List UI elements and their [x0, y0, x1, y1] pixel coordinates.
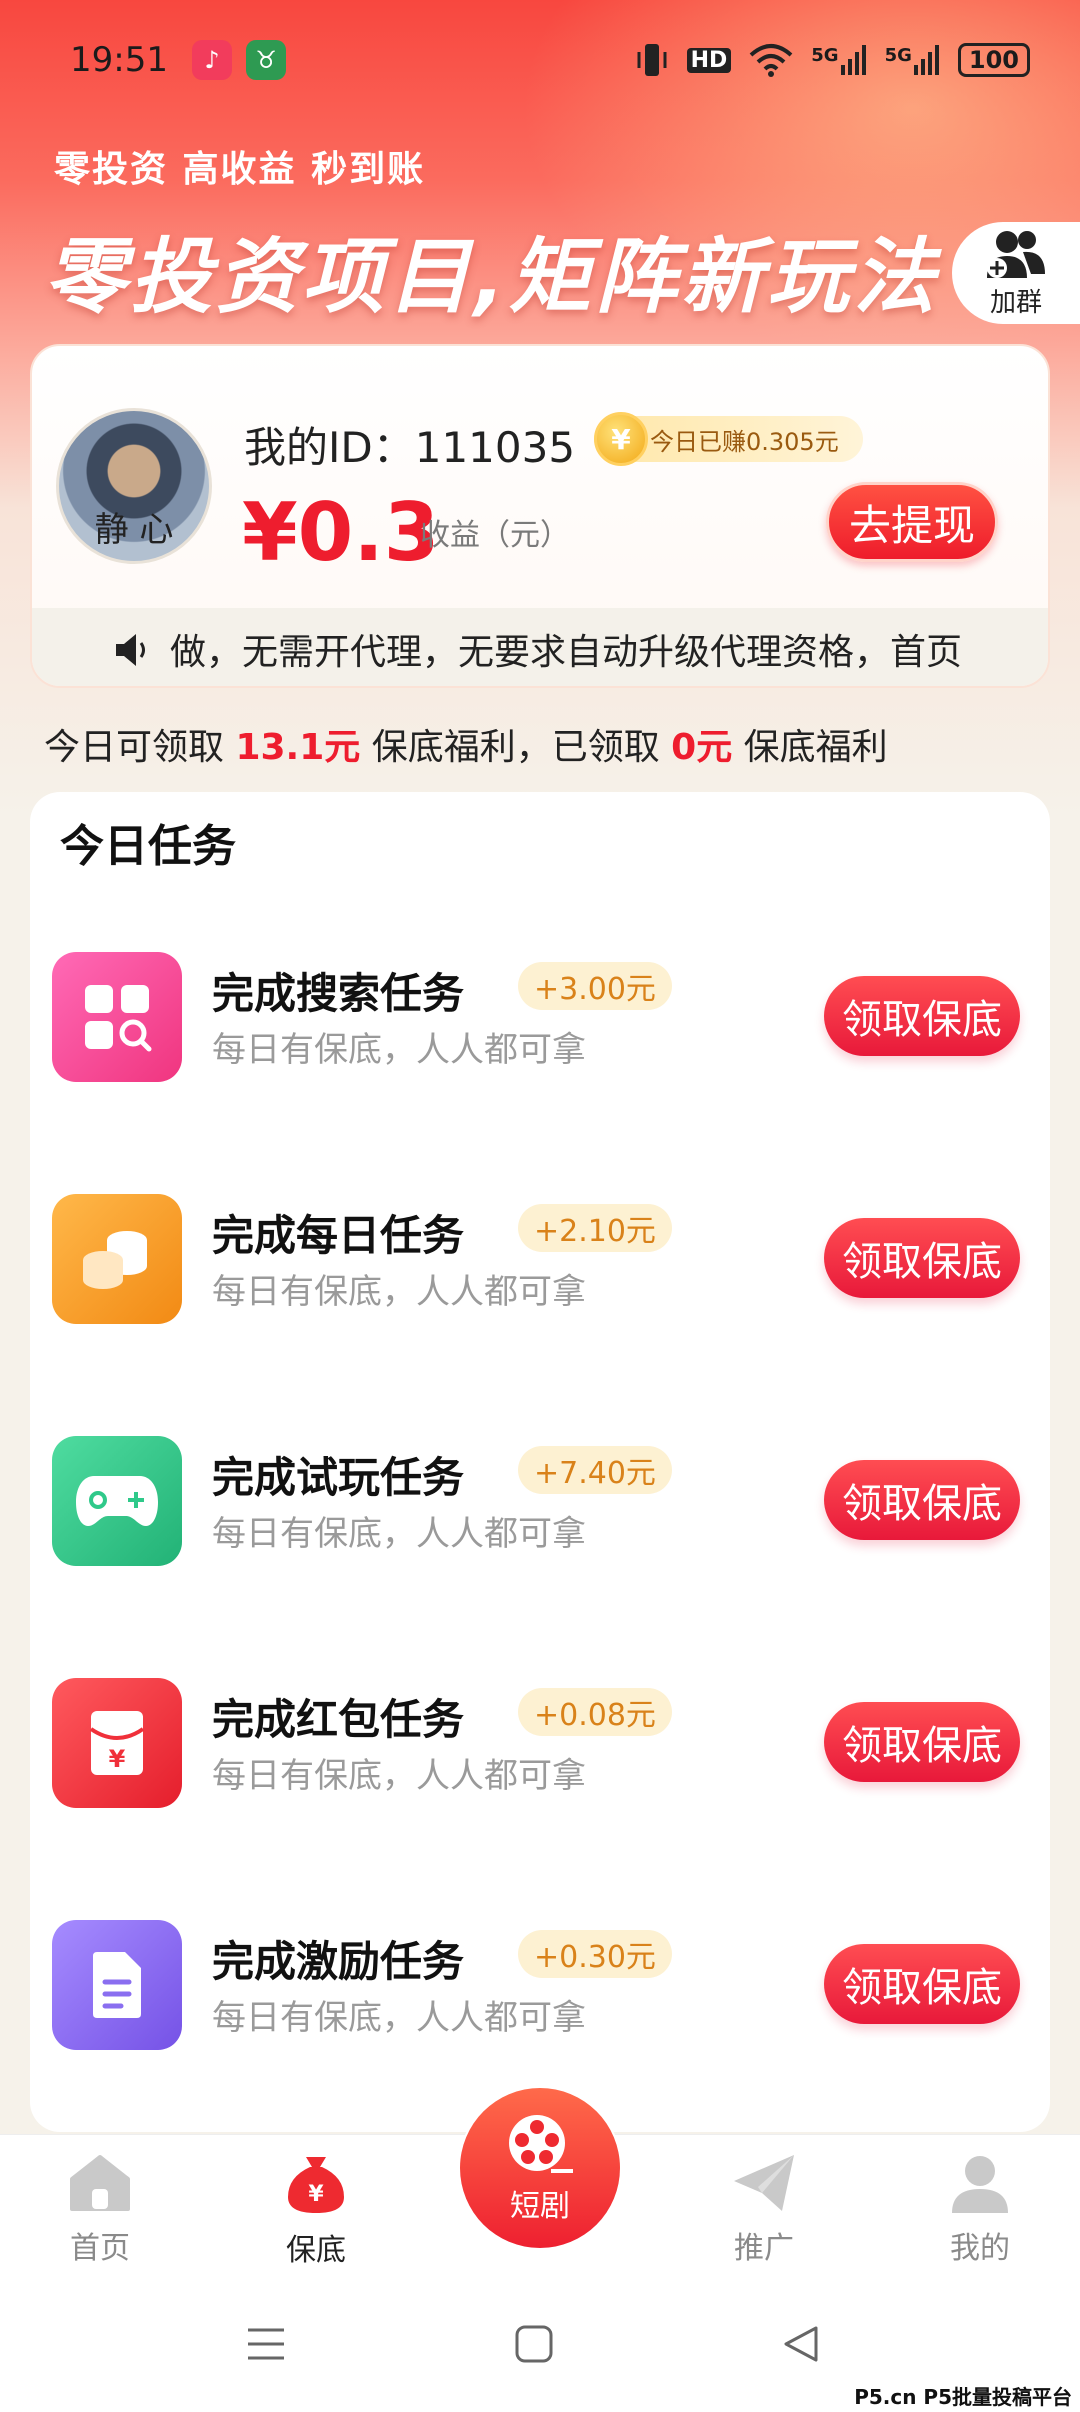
signal-5g-1: 5G: [811, 45, 866, 75]
task-row: ¥ 完成红包任务 +0.08元 每日有保底，人人都可拿 领取保底: [30, 1678, 1050, 1818]
task-row: 完成搜索任务 +3.00元 每日有保底，人人都可拿 领取保底: [30, 952, 1050, 1092]
task-row: 完成激励任务 +0.30元 每日有保底，人人都可拿 领取保底: [30, 1920, 1050, 2060]
welfare-prefix: 今日可领取: [44, 727, 236, 768]
announcement-text: 做，无需开代理，无要求自动升级代理资格，首页: [170, 632, 963, 673]
nav-home[interactable]: 首页: [30, 2153, 170, 2267]
claim-guarantee-button[interactable]: 领取保底: [824, 1218, 1020, 1298]
group-add-icon: [987, 230, 1045, 278]
coin-icon: ¥: [594, 412, 648, 466]
svg-text:¥: ¥: [308, 2182, 324, 2207]
task-name: 完成试玩任务: [212, 1453, 465, 1502]
announcement-marquee[interactable]: 做，无需开代理，无要求自动升级代理资格，首页: [32, 608, 1048, 686]
status-bar: 19:51 ♪ ♉ HD 5G 5G 100: [0, 0, 1080, 120]
claim-guarantee-button[interactable]: 领取保底: [824, 1702, 1020, 1782]
task-reward-badge: +0.08元: [518, 1688, 672, 1736]
task-description: 每日有保底，人人都可拿: [212, 1272, 586, 1312]
signal-5g-2: 5G: [885, 45, 940, 75]
slogan: 零投资 高收益 秒到账: [54, 149, 426, 190]
hd-indicator: HD: [686, 47, 732, 73]
signal-bars-icon: [840, 45, 866, 75]
coins-icon: [52, 1194, 182, 1324]
join-group-button[interactable]: 加群: [952, 222, 1080, 324]
welfare-middle: 保底福利，已领取: [360, 727, 672, 768]
task-reward-badge: +2.10元: [518, 1204, 672, 1252]
nav-mine[interactable]: 我的: [910, 2153, 1050, 2267]
avatar-char: 静 心: [94, 510, 174, 550]
nav-mine-label: 我的: [950, 2231, 1010, 2266]
status-indicators: HD 5G 5G 100: [635, 42, 1030, 78]
nav-home-label: 首页: [70, 2231, 130, 2266]
task-description: 每日有保底，人人都可拿: [212, 1514, 586, 1554]
nav-guarantee-label: 保底: [286, 2233, 346, 2268]
welfare-claimed-amount: 0元: [671, 727, 733, 768]
paper-plane-icon: [734, 2155, 794, 2211]
menu-icon[interactable]: [246, 2324, 286, 2364]
withdraw-button[interactable]: 去提现: [826, 482, 998, 562]
nav-promote[interactable]: 推广: [694, 2153, 834, 2267]
task-name: 完成红包任务: [212, 1695, 465, 1744]
home-icon: [70, 2155, 130, 2211]
battery-indicator: 100: [957, 43, 1030, 77]
home-square-icon[interactable]: [514, 2324, 554, 2364]
balance-label: 收益（元）: [420, 518, 570, 553]
nav-guarantee[interactable]: ¥ 保底: [246, 2153, 386, 2269]
gamepad-icon: [52, 1436, 182, 1566]
profile-card: 静 心 我的ID：111035 ¥ 今日已赚0.305元 ¥0.3 收益（元） …: [30, 344, 1050, 688]
welfare-summary: 今日可领取 13.1元 保底福利，已领取 0元 保底福利: [44, 718, 888, 770]
red-envelope-icon: ¥: [52, 1678, 182, 1808]
film-reel-icon: [509, 2115, 573, 2173]
signal-5g-2-label: 5G: [884, 45, 912, 66]
nav-short-drama[interactable]: 短剧: [458, 2086, 622, 2250]
task-description: 每日有保底，人人都可拿: [212, 1030, 586, 1070]
speaker-icon: [116, 634, 145, 666]
claim-guarantee-button[interactable]: 领取保底: [824, 1944, 1020, 2024]
money-bag-icon: ¥: [288, 2157, 344, 2213]
today-earned-text: 今日已赚0.305元: [650, 427, 839, 456]
bull-app-icon: ♉: [245, 40, 286, 80]
document-icon: [52, 1920, 182, 2050]
task-reward-badge: +0.30元: [518, 1930, 672, 1978]
status-time: 19:51: [70, 40, 168, 80]
task-panel-title: 今日任务: [60, 821, 236, 872]
svg-text:¥: ¥: [109, 1745, 126, 1773]
welfare-suffix: 保底福利: [732, 727, 888, 768]
task-name: 完成搜索任务: [212, 969, 465, 1018]
today-earned-badge: ¥ 今日已赚0.305元: [594, 412, 863, 466]
music-app-icon: ♪: [191, 40, 232, 80]
task-description: 每日有保底，人人都可拿: [212, 1998, 586, 2038]
user-id: 我的ID：111035: [244, 423, 576, 472]
task-panel: 今日任务 完成搜索任务 +3.00元 每日有保底，人人都可拿 领取保底 完成每日…: [30, 792, 1050, 2132]
vibrate-icon: [637, 44, 667, 76]
short-drama-button[interactable]: 短剧: [460, 2088, 620, 2248]
short-drama-label: 短剧: [510, 2189, 570, 2224]
nav-promote-label: 推广: [734, 2231, 794, 2266]
back-icon[interactable]: [780, 2324, 820, 2364]
wifi-icon: [749, 44, 793, 77]
task-row: 完成每日任务 +2.10元 每日有保底，人人都可拿 领取保底: [30, 1194, 1050, 1334]
user-icon: [952, 2156, 1008, 2213]
claim-guarantee-button[interactable]: 领取保底: [824, 1460, 1020, 1540]
join-group-label: 加群: [989, 287, 1042, 318]
balance-amount: ¥0.3: [242, 486, 440, 579]
watermark: P5.cn P5批量投稿平台: [854, 2385, 1072, 2409]
system-nav-bar: P5.cn P5批量投稿平台: [0, 2284, 1080, 2412]
signal-5g-1-label: 5G: [811, 45, 839, 66]
search-grid-icon: [52, 952, 182, 1082]
signal-bars-icon: [913, 45, 939, 75]
welfare-available-amount: 13.1元: [235, 727, 361, 768]
task-reward-badge: +3.00元: [518, 962, 672, 1010]
task-reward-badge: +7.40元: [518, 1446, 672, 1494]
headline: 零投资项目,矩阵新玩法: [44, 230, 940, 325]
task-description: 每日有保底，人人都可拿: [212, 1756, 586, 1796]
task-name: 完成每日任务: [212, 1211, 465, 1260]
task-name: 完成激励任务: [212, 1937, 465, 1986]
claim-guarantee-button[interactable]: 领取保底: [824, 976, 1020, 1056]
avatar[interactable]: 静 心: [56, 408, 212, 564]
task-row: 完成试玩任务 +7.40元 每日有保底，人人都可拿 领取保底: [30, 1436, 1050, 1576]
